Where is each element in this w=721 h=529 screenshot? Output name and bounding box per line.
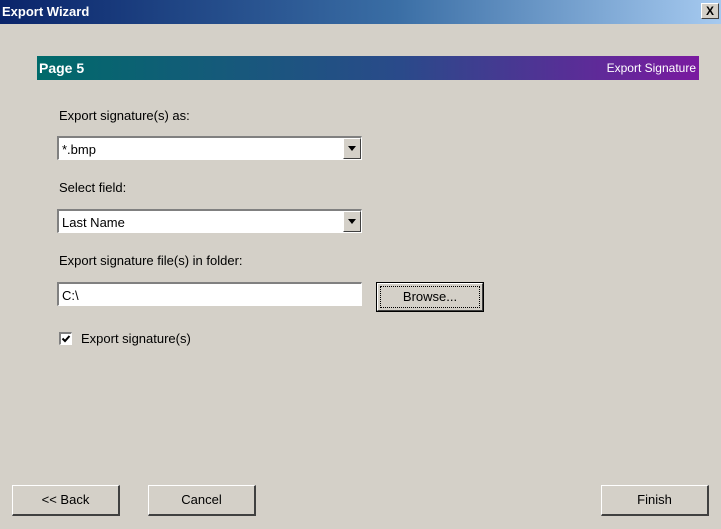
checkmark-icon — [61, 335, 71, 343]
finish-button[interactable]: Finish — [601, 485, 709, 516]
chevron-down-icon[interactable] — [343, 138, 361, 159]
field-select[interactable]: Last Name — [57, 209, 362, 233]
back-button[interactable]: << Back — [12, 485, 120, 516]
chevron-down-icon[interactable] — [343, 211, 361, 232]
export-checkbox[interactable] — [59, 332, 72, 345]
field-select-value: Last Name — [62, 215, 125, 230]
format-select[interactable]: *.bmp — [57, 136, 362, 160]
browse-button[interactable]: Browse... — [376, 282, 484, 312]
folder-input-value: C:\ — [62, 288, 79, 303]
export-checkbox-label[interactable]: Export signature(s) — [81, 331, 191, 346]
format-select-value: *.bmp — [62, 142, 96, 157]
title-bar: Export Wizard X — [0, 0, 721, 24]
browse-button-label: Browse... — [402, 289, 458, 304]
format-label: Export signature(s) as: — [59, 108, 190, 123]
cancel-button[interactable]: Cancel — [148, 485, 256, 516]
window-title: Export Wizard — [2, 4, 90, 19]
close-icon[interactable]: X — [701, 3, 719, 19]
finish-button-label: Finish — [637, 492, 672, 507]
page-name: Export Signature — [606, 61, 696, 75]
field-label: Select field: — [59, 180, 127, 195]
back-button-label: << Back — [41, 492, 90, 507]
folder-input[interactable]: C:\ — [57, 282, 362, 306]
page-number: Page 5 — [39, 60, 85, 76]
page-banner: Page 5 Export Signature — [37, 56, 699, 80]
cancel-button-label: Cancel — [181, 492, 222, 507]
folder-label: Export signature file(s) in folder: — [59, 253, 243, 268]
